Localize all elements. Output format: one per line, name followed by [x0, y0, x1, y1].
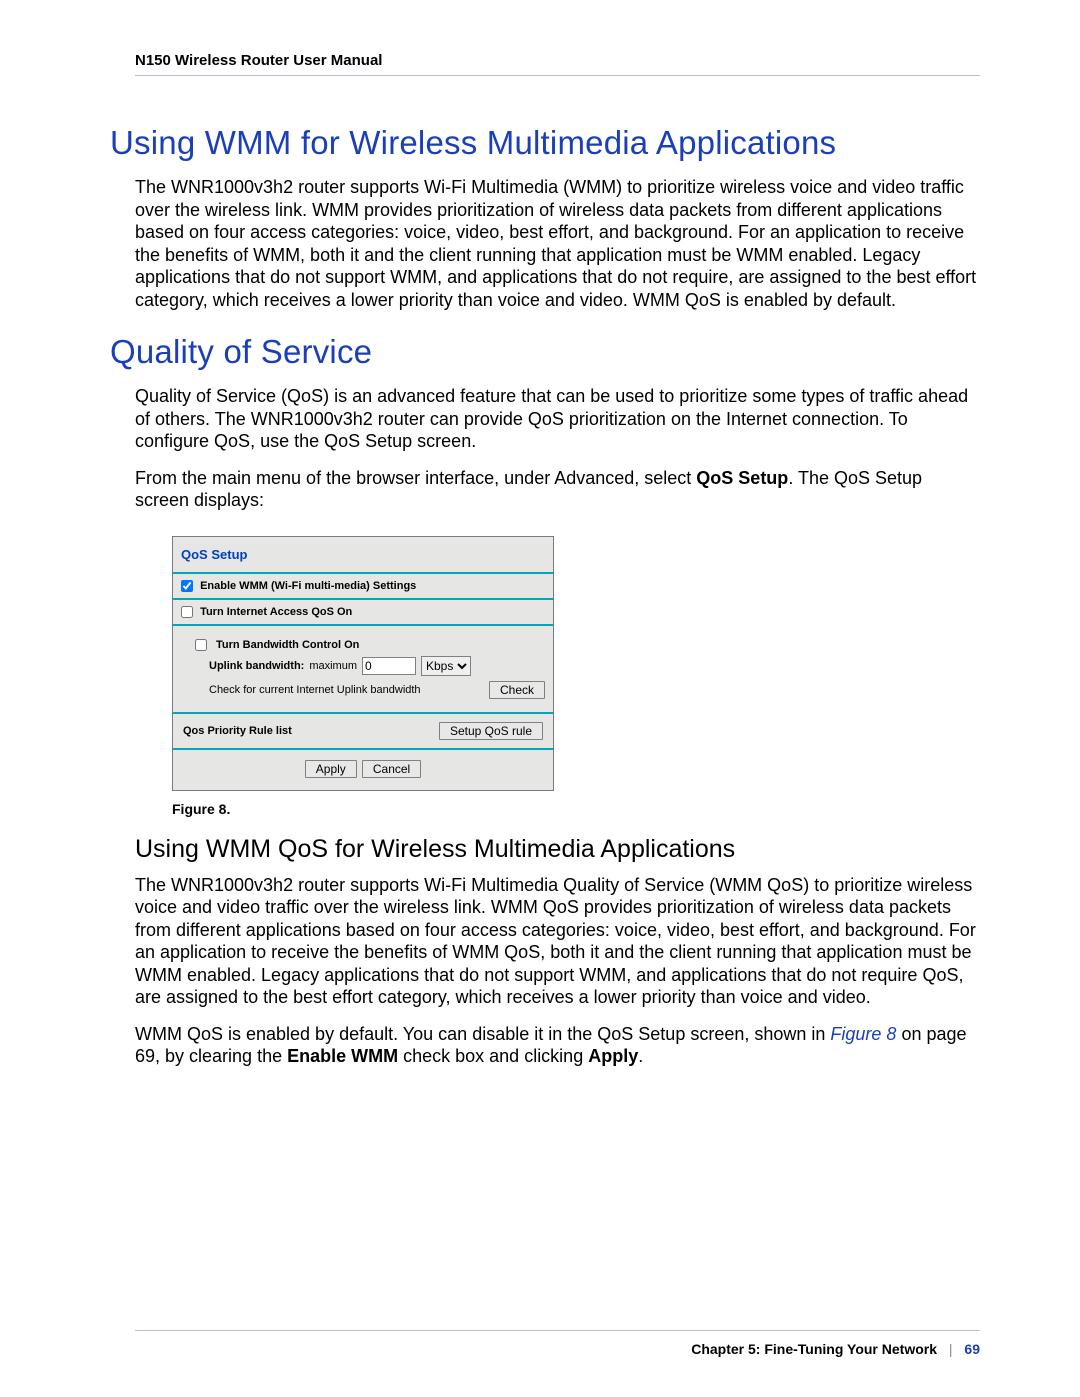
qos-rule-list-label: Qos Priority Rule list — [183, 725, 292, 737]
bandwidth-control-label: Turn Bandwidth Control On — [216, 639, 359, 651]
uplink-bandwidth-input[interactable] — [362, 657, 416, 675]
bandwidth-control-block: Turn Bandwidth Control On Uplink bandwid… — [173, 626, 553, 714]
sub-p2-bold1: Enable WMM — [287, 1046, 398, 1066]
section-heading-qos: Quality of Service — [110, 333, 980, 371]
figure-8-link[interactable]: Figure 8 — [830, 1024, 896, 1044]
section-heading-wmm: Using WMM for Wireless Multimedia Applic… — [110, 124, 980, 162]
qos-action-row: Apply Cancel — [173, 750, 553, 790]
bandwidth-control-checkbox[interactable] — [195, 639, 207, 651]
uplink-label-mid: maximum — [309, 660, 357, 672]
manual-page: N150 Wireless Router User Manual Using W… — [0, 0, 1080, 1397]
wmm-paragraph: The WNR1000v3h2 router supports Wi-Fi Mu… — [135, 176, 980, 311]
qos-p2-pre: From the main menu of the browser interf… — [135, 468, 696, 488]
internet-qos-checkbox[interactable] — [181, 606, 193, 618]
qos-paragraph-2: From the main menu of the browser interf… — [135, 467, 980, 512]
footer-rule — [135, 1330, 980, 1331]
header-rule — [135, 75, 980, 76]
figure-caption: Figure 8. — [172, 801, 980, 817]
cancel-button[interactable]: Cancel — [362, 760, 421, 778]
subsection-heading: Using WMM QoS for Wireless Multimedia Ap… — [135, 835, 980, 864]
footer-line: Chapter 5: Fine-Tuning Your Network | 69 — [100, 1341, 980, 1357]
setup-qos-rule-button[interactable]: Setup QoS rule — [439, 722, 543, 740]
qos-p2-bold: QoS Setup — [696, 468, 788, 488]
check-button[interactable]: Check — [489, 681, 545, 699]
sub-p2-bold2: Apply — [588, 1046, 638, 1066]
footer-page-number: 69 — [964, 1341, 980, 1357]
subsection-paragraph-1: The WNR1000v3h2 router supports Wi-Fi Mu… — [135, 874, 980, 1009]
qos-paragraph-1: Quality of Service (QoS) is an advanced … — [135, 385, 980, 453]
sub-p2-d: . — [638, 1046, 643, 1066]
enable-wmm-checkbox[interactable] — [181, 580, 193, 592]
internet-qos-label: Turn Internet Access QoS On — [200, 606, 352, 618]
internet-qos-row: Turn Internet Access QoS On — [173, 600, 553, 626]
qos-panel-title: QoS Setup — [173, 537, 553, 574]
qos-rule-list-row: Qos Priority Rule list Setup QoS rule — [173, 714, 553, 750]
uplink-label-pre: Uplink bandwidth: — [209, 660, 304, 672]
qos-setup-panel: QoS Setup Enable WMM (Wi-Fi multi-media)… — [172, 536, 554, 791]
enable-wmm-row: Enable WMM (Wi-Fi multi-media) Settings — [173, 574, 553, 600]
figure-8: QoS Setup Enable WMM (Wi-Fi multi-media)… — [172, 536, 980, 791]
apply-button[interactable]: Apply — [305, 760, 357, 778]
footer-chapter: Chapter 5: Fine-Tuning Your Network — [691, 1341, 937, 1357]
sub-p2-a: WMM QoS is enabled by default. You can d… — [135, 1024, 830, 1044]
document-header: N150 Wireless Router User Manual — [135, 52, 980, 69]
footer-separator: | — [949, 1341, 953, 1357]
uplink-unit-select[interactable]: Kbps — [421, 656, 471, 676]
enable-wmm-label: Enable WMM (Wi-Fi multi-media) Settings — [200, 580, 416, 592]
check-bandwidth-label: Check for current Internet Uplink bandwi… — [209, 684, 421, 696]
subsection-paragraph-2: WMM QoS is enabled by default. You can d… — [135, 1023, 980, 1068]
page-footer: Chapter 5: Fine-Tuning Your Network | 69 — [100, 1330, 980, 1357]
sub-p2-c: check box and clicking — [398, 1046, 588, 1066]
